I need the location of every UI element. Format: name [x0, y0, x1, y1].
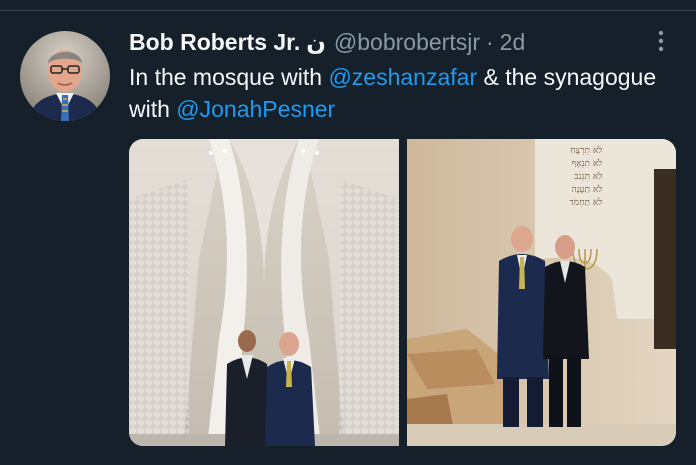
- mention-link[interactable]: @JonahPesner: [176, 96, 335, 122]
- inscription-line: לֹא תִגְנֹב: [574, 172, 603, 182]
- synagogue-image: [406, 139, 676, 446]
- more-options-button[interactable]: [652, 28, 670, 54]
- divider: [0, 10, 696, 11]
- tweet-text: In the mosque with @zeshanzafar & the sy…: [129, 61, 674, 125]
- tweet-header: Bob Roberts Jr. ن @bobrobertsjr · 2d: [129, 27, 525, 57]
- inscription-line: לֹא תִנְאָף: [571, 159, 603, 169]
- mosque-image: [129, 139, 399, 446]
- more-vertical-icon: [658, 30, 664, 52]
- author-name[interactable]: Bob Roberts Jr.: [129, 27, 300, 57]
- mention-link[interactable]: @zeshanzafar: [328, 64, 477, 90]
- tweet-media: לֹא תִרְצָח לֹא תִנְאָף לֹא תִגְנֹב לֹא …: [129, 139, 676, 446]
- inscription-line: לֹא תַעֲנֶה: [571, 185, 603, 195]
- inscription: לֹא תִרְצָח לֹא תִנְאָף לֹא תִגְנֹב לֹא …: [543, 145, 603, 210]
- author-name-symbol: ن: [306, 29, 326, 55]
- inscription-line: לֹא תַחְמֹד: [569, 198, 603, 208]
- tweet-text-part: In the mosque with: [129, 64, 329, 90]
- synagogue-photo[interactable]: לֹא תִרְצָח לֹא תִנְאָף לֹא תִגְנֹב לֹא …: [406, 139, 676, 446]
- author-handle[interactable]: @bobrobertsjr: [334, 27, 480, 57]
- mosque-photo[interactable]: [129, 139, 399, 446]
- avatar[interactable]: [20, 31, 110, 121]
- tweet-timestamp[interactable]: 2d: [500, 27, 526, 57]
- avatar-image: [20, 31, 110, 121]
- inscription-line: לֹא תִרְצָח: [570, 146, 603, 156]
- separator-dot: ·: [485, 29, 494, 55]
